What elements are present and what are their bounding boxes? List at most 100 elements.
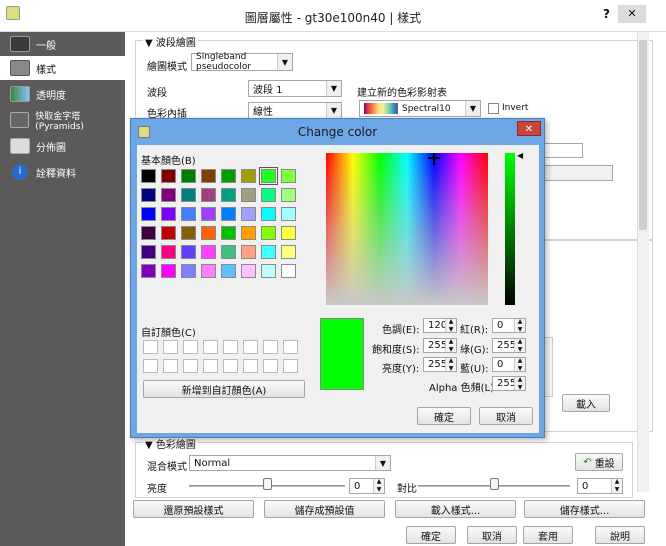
color-render-section-toggle[interactable]: ▼ 色彩繪圖 [143, 436, 198, 451]
apply-button[interactable]: 套用 [523, 526, 573, 544]
band-section-toggle[interactable]: ▼ 波段繪圖 [143, 34, 198, 49]
custom-color-slot[interactable] [183, 340, 198, 354]
saturation-spinbox[interactable]: 255 ▲ ▼ [423, 338, 457, 353]
basic-color-swatch[interactable] [201, 188, 216, 202]
basic-color-swatch[interactable] [259, 167, 278, 185]
help-footer-button[interactable]: 說明 [595, 526, 645, 544]
custom-color-slot[interactable] [223, 340, 238, 354]
custom-color-slot[interactable] [143, 359, 158, 373]
basic-color-swatch[interactable] [201, 264, 216, 278]
basic-color-swatch[interactable] [161, 188, 176, 202]
custom-color-slot[interactable] [223, 359, 238, 373]
save-style-button[interactable]: 儲存樣式... [524, 500, 645, 518]
sidebar-item-general[interactable]: 一般 [0, 32, 125, 56]
brightness-slider-handle[interactable] [263, 478, 272, 490]
basic-color-swatch[interactable] [261, 207, 276, 221]
dialog-cancel-button[interactable]: 取消 [479, 407, 533, 425]
custom-color-slot[interactable] [263, 359, 278, 373]
sidebar-item-histogram[interactable]: 分佈圖 [0, 134, 125, 158]
load-style-button[interactable]: 載入樣式... [395, 500, 516, 518]
custom-color-slot[interactable] [163, 359, 178, 373]
green-spinbox[interactable]: 255 ▲ ▼ [492, 338, 526, 353]
custom-color-slot[interactable] [243, 340, 258, 354]
ok-button[interactable]: 確定 [406, 526, 456, 544]
basic-color-swatch[interactable] [161, 245, 176, 259]
basic-color-swatch[interactable] [141, 169, 156, 183]
basic-color-swatch[interactable] [201, 226, 216, 240]
red-spinbox[interactable]: 0 ▲ ▼ [492, 318, 526, 333]
basic-color-swatch[interactable] [141, 245, 156, 259]
sidebar-item-metadata[interactable]: i 詮釋資料 [0, 160, 125, 184]
hue-saturation-picker[interactable] [326, 153, 488, 305]
basic-color-swatch[interactable] [141, 207, 156, 221]
picker-crosshair[interactable] [428, 153, 440, 165]
custom-color-slot[interactable] [163, 340, 178, 354]
basic-color-swatch[interactable] [221, 226, 236, 240]
band-select[interactable]: 波段 1 ▼ [248, 80, 342, 97]
help-button[interactable]: ? [603, 7, 610, 21]
basic-color-swatch[interactable] [221, 188, 236, 202]
basic-color-swatch[interactable] [221, 207, 236, 221]
dialog-ok-button[interactable]: 確定 [417, 407, 471, 425]
basic-color-swatch[interactable] [141, 188, 156, 202]
classify-button[interactable] [543, 165, 613, 181]
brightness-spinbox[interactable]: 0 ▲ ▼ [349, 478, 385, 494]
basic-color-swatch[interactable] [281, 169, 296, 183]
basic-color-swatch[interactable] [141, 264, 156, 278]
basic-color-swatch[interactable] [161, 207, 176, 221]
close-button[interactable]: ✕ [618, 5, 646, 23]
basic-color-swatch[interactable] [161, 264, 176, 278]
basic-color-swatch[interactable] [281, 226, 296, 240]
basic-color-swatch[interactable] [221, 169, 236, 183]
save-as-default-button[interactable]: 儲存成預設值 [264, 500, 385, 518]
basic-color-swatch[interactable] [261, 245, 276, 259]
basic-color-swatch[interactable] [181, 264, 196, 278]
custom-color-slot[interactable] [203, 340, 218, 354]
basic-color-swatch[interactable] [261, 264, 276, 278]
basic-color-swatch[interactable] [281, 264, 296, 278]
basic-color-swatch[interactable] [261, 188, 276, 202]
basic-color-swatch[interactable] [181, 188, 196, 202]
reset-button[interactable]: ↶ 重設 [575, 453, 623, 471]
basic-color-swatch[interactable] [201, 245, 216, 259]
render-type-select[interactable]: Singleband pseudocolor ▼ [191, 52, 293, 72]
contrast-spinbox[interactable]: 0 ▲ ▼ [577, 478, 623, 494]
invert-checkbox[interactable] [488, 103, 499, 114]
basic-color-swatch[interactable] [241, 188, 256, 202]
basic-color-swatch[interactable] [241, 207, 256, 221]
alpha-spinbox[interactable]: 255 ▲ ▼ [492, 376, 526, 391]
basic-color-swatch[interactable] [241, 245, 256, 259]
basic-color-swatch[interactable] [181, 245, 196, 259]
interp-select[interactable]: 線性 ▼ [248, 102, 342, 119]
basic-color-swatch[interactable] [221, 264, 236, 278]
custom-color-slot[interactable] [283, 359, 298, 373]
value-spinbox[interactable]: 255 ▲ ▼ [423, 357, 457, 372]
custom-color-slot[interactable] [283, 340, 298, 354]
basic-color-swatch[interactable] [161, 169, 176, 183]
basic-color-swatch[interactable] [241, 169, 256, 183]
custom-color-slot[interactable] [243, 359, 258, 373]
custom-color-slot[interactable] [183, 359, 198, 373]
basic-color-swatch[interactable] [181, 226, 196, 240]
basic-color-swatch[interactable] [281, 188, 296, 202]
value-slider[interactable] [505, 153, 515, 305]
sidebar-item-transparency[interactable]: 透明度 [0, 82, 125, 106]
add-to-custom-colors-button[interactable]: 新增到自訂顏色(A) [143, 380, 305, 398]
dialog-close-button[interactable]: ✕ [517, 121, 541, 136]
value-slider-arrow[interactable]: ◀ [517, 151, 523, 160]
basic-color-swatch[interactable] [201, 207, 216, 221]
classify-field[interactable] [543, 143, 583, 158]
restore-default-style-button[interactable]: 還原預設樣式 [133, 500, 254, 518]
blue-spinbox[interactable]: 0 ▲ ▼ [492, 357, 526, 372]
basic-color-swatch[interactable] [141, 226, 156, 240]
cancel-button[interactable]: 取消 [467, 526, 517, 544]
basic-color-swatch[interactable] [161, 226, 176, 240]
blend-select[interactable]: Normal ▼ [189, 455, 391, 471]
scrollbar-thumb[interactable] [639, 40, 647, 230]
color-ramp-select[interactable]: Spectral10 ▼ [359, 100, 481, 117]
basic-color-swatch[interactable] [221, 245, 236, 259]
basic-color-swatch[interactable] [281, 245, 296, 259]
contrast-slider-handle[interactable] [490, 478, 499, 490]
custom-color-slot[interactable] [263, 340, 278, 354]
basic-color-swatch[interactable] [281, 207, 296, 221]
